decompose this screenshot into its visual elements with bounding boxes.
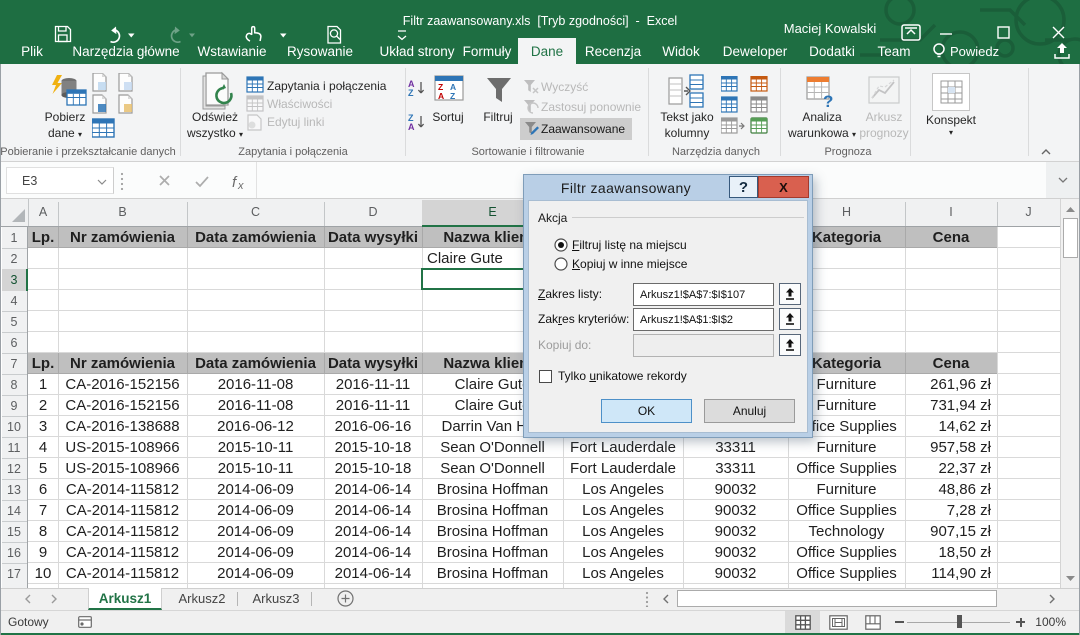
svg-text:?: ? [823,92,833,108]
svg-text:Z: Z [408,88,414,98]
svg-text:A: A [438,91,444,101]
svg-text:A: A [408,122,415,132]
svg-text:Z: Z [450,91,455,101]
svg-text:x: x [237,180,244,192]
